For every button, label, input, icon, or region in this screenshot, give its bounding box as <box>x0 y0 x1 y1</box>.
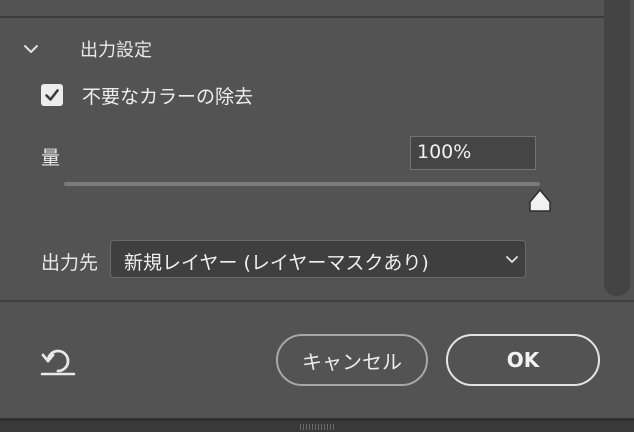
top-strip <box>0 0 634 16</box>
amount-label: 量 <box>41 147 61 169</box>
top-divider <box>0 16 604 18</box>
output-select-value: 新規レイヤー (レイヤーマスクあり) <box>124 252 429 274</box>
chevron-down-icon[interactable] <box>22 40 40 58</box>
amount-slider-thumb[interactable] <box>527 188 553 214</box>
ok-button[interactable]: OK <box>446 334 600 386</box>
amount-input[interactable]: 100% <box>410 136 536 170</box>
section-title[interactable]: 出力設定 <box>80 36 152 62</box>
output-label: 出力先 <box>41 252 99 274</box>
reset-icon[interactable] <box>40 345 76 377</box>
resize-grip-icon[interactable] <box>300 424 336 430</box>
cancel-button[interactable]: キャンセル <box>276 334 428 386</box>
checkmark-icon <box>45 89 59 101</box>
amount-slider-track[interactable] <box>64 182 540 186</box>
output-select[interactable]: 新規レイヤー (レイヤーマスクあり) <box>110 240 526 278</box>
chevron-down-icon <box>506 256 518 263</box>
remove-color-checkbox[interactable] <box>41 84 63 106</box>
bottom-bar-edge <box>0 418 634 421</box>
remove-color-label[interactable]: 不要なカラーの除去 <box>82 82 253 109</box>
scrollbar-thumb[interactable] <box>604 0 630 296</box>
dialog: 出力設定 不要なカラーの除去 量 100% 出力先 新規レイヤー (レイヤーマス… <box>0 0 634 432</box>
